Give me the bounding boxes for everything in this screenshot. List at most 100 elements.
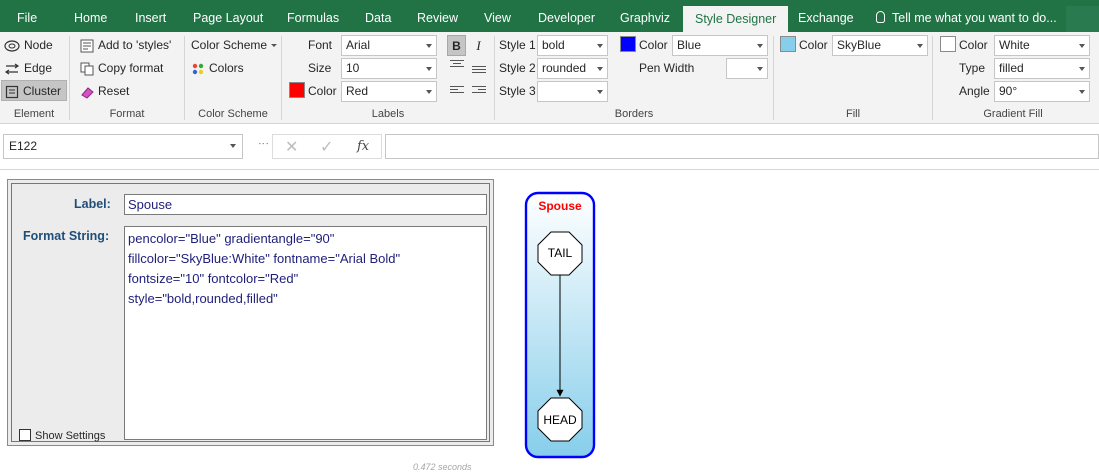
node-tail-label: TAIL: [548, 246, 573, 260]
style2-dropdown[interactable]: rounded: [537, 58, 608, 79]
tab-home[interactable]: Home: [74, 0, 107, 32]
tab-exchange[interactable]: Exchange: [798, 0, 854, 32]
bold-button[interactable]: B: [447, 35, 466, 56]
tab-data[interactable]: Data: [365, 0, 391, 32]
pen-width-caption: Pen Width: [639, 61, 695, 75]
group-label-fill: Fill: [845, 108, 861, 120]
fill-color-dropdown[interactable]: SkyBlue: [832, 35, 928, 56]
border-color-swatch[interactable]: [620, 36, 636, 52]
font-size-dropdown[interactable]: 10: [341, 58, 437, 79]
ribbon-display-options[interactable]: [1066, 6, 1099, 32]
ribbon-tab-bar: File Home Insert Page Layout Formulas Da…: [0, 0, 1099, 32]
group-label-borders: Borders: [614, 108, 654, 120]
label-color-caption: Color: [308, 84, 337, 98]
group-label-gradient-fill: Gradient Fill: [983, 108, 1043, 120]
element-edge-button[interactable]: Edge: [4, 58, 52, 79]
copy-format-button[interactable]: Copy format: [80, 58, 163, 79]
element-edge-label: Edge: [24, 61, 53, 75]
font-color-dropdown[interactable]: Red: [341, 81, 437, 102]
show-settings-checkbox[interactable]: Show Settings: [19, 429, 105, 442]
cancel-icon[interactable]: ✕: [285, 137, 298, 157]
format-line: fillcolor="SkyBlue:White" fontname="Aria…: [128, 251, 401, 266]
tab-graphviz[interactable]: Graphviz: [620, 0, 670, 32]
edge-arrows-icon: [4, 63, 20, 75]
cluster-box-icon: [5, 85, 19, 98]
format-line: fontsize="10" fontcolor="Red": [128, 271, 299, 286]
eraser-icon: [81, 87, 94, 99]
colors-button[interactable]: Colors: [191, 58, 244, 79]
add-to-styles-button[interactable]: Add to 'styles': [80, 35, 171, 56]
tab-page-layout[interactable]: Page Layout: [193, 0, 263, 32]
align-middle-icon[interactable]: [472, 66, 486, 76]
show-settings-label: Show Settings: [35, 430, 106, 442]
tab-insert[interactable]: Insert: [135, 0, 166, 32]
gradient-angle-value: 90°: [999, 84, 1018, 98]
insert-function-icon[interactable]: fx: [357, 139, 369, 154]
palette-icon: [192, 63, 204, 75]
italic-button[interactable]: I: [469, 35, 488, 56]
graph-preview: Spouse TAIL HEAD: [524, 191, 596, 459]
tab-file[interactable]: File: [17, 0, 37, 32]
tab-view[interactable]: View: [484, 0, 511, 32]
gradient-color-swatch[interactable]: [940, 36, 956, 52]
format-string-textarea[interactable]: pencolor="Blue" gradientangle="90" fillc…: [124, 226, 487, 440]
pen-width-dropdown[interactable]: [726, 58, 768, 79]
style1-caption: Style 1: [499, 38, 536, 52]
tell-me-search[interactable]: Tell me what you want to do...: [876, 0, 1057, 32]
fill-color-value: SkyBlue: [837, 38, 882, 52]
format-line: style="bold,rounded,filled": [128, 291, 278, 306]
element-node-button[interactable]: Node: [4, 35, 53, 56]
border-color-value: Blue: [677, 38, 702, 52]
group-label-labels: Labels: [371, 108, 405, 120]
style2-value: rounded: [542, 61, 587, 75]
label-size-caption: Size: [308, 61, 332, 75]
ribbon-panel: Node Edge Cluster Element Add to 'styles…: [0, 32, 1099, 124]
gradient-type-dropdown[interactable]: filled: [994, 58, 1090, 79]
gradient-color-value: White: [999, 38, 1030, 52]
fill-color-swatch[interactable]: [780, 36, 796, 52]
enter-icon[interactable]: ✓: [320, 137, 333, 157]
border-color-dropdown[interactable]: Blue: [672, 35, 768, 56]
chevron-down-icon: [426, 67, 432, 71]
style3-dropdown[interactable]: [537, 81, 608, 102]
chevron-down-icon: [597, 67, 603, 71]
tab-formulas[interactable]: Formulas: [287, 0, 339, 32]
group-label-color-scheme: Color Scheme: [198, 108, 268, 120]
gradient-angle-dropdown[interactable]: 90°: [994, 81, 1090, 102]
tab-style-designer[interactable]: Style Designer: [683, 6, 789, 32]
format-string-caption: Format String:: [23, 229, 110, 243]
align-right-icon[interactable]: [472, 86, 486, 96]
group-label-format: Format: [109, 108, 145, 120]
font-size-value: 10: [346, 61, 360, 75]
format-line: pencolor="Blue" gradientangle="90": [128, 231, 335, 246]
gradient-color-dropdown[interactable]: White: [994, 35, 1090, 56]
style1-dropdown[interactable]: bold: [537, 35, 608, 56]
color-scheme-label: Color Scheme: [191, 38, 268, 52]
chevron-down-icon: [1079, 67, 1085, 71]
label-input[interactable]: Spouse: [124, 194, 487, 215]
label-color-swatch[interactable]: [289, 82, 305, 98]
gradient-type-value: filled: [999, 61, 1024, 75]
formula-bar-actions: ✕ ✓ fx: [272, 134, 382, 159]
formula-bar-grip[interactable]: ⋮: [257, 138, 270, 148]
tab-review[interactable]: Review: [417, 0, 458, 32]
formula-input[interactable]: [385, 134, 1099, 159]
copy-icon: [80, 62, 94, 76]
tell-me-text: Tell me what you want to do...: [892, 11, 1057, 25]
align-left-icon[interactable]: [450, 86, 464, 96]
checkbox-icon: [19, 429, 31, 441]
chevron-down-icon: [597, 44, 603, 48]
reset-label: Reset: [98, 84, 130, 98]
label-caption: Label:: [74, 197, 111, 211]
colors-label: Colors: [209, 61, 244, 75]
color-scheme-dropdown[interactable]: Color Scheme: [191, 35, 278, 56]
element-cluster-button[interactable]: Cluster: [1, 80, 67, 101]
align-center-icon[interactable]: [450, 60, 464, 70]
tab-developer[interactable]: Developer: [538, 0, 595, 32]
copy-format-label: Copy format: [98, 61, 164, 75]
name-box[interactable]: E122: [3, 134, 243, 159]
font-value: Arial: [346, 38, 371, 52]
font-dropdown[interactable]: Arial: [341, 35, 437, 56]
chevron-down-icon: [1079, 44, 1085, 48]
reset-button[interactable]: Reset: [80, 81, 129, 102]
